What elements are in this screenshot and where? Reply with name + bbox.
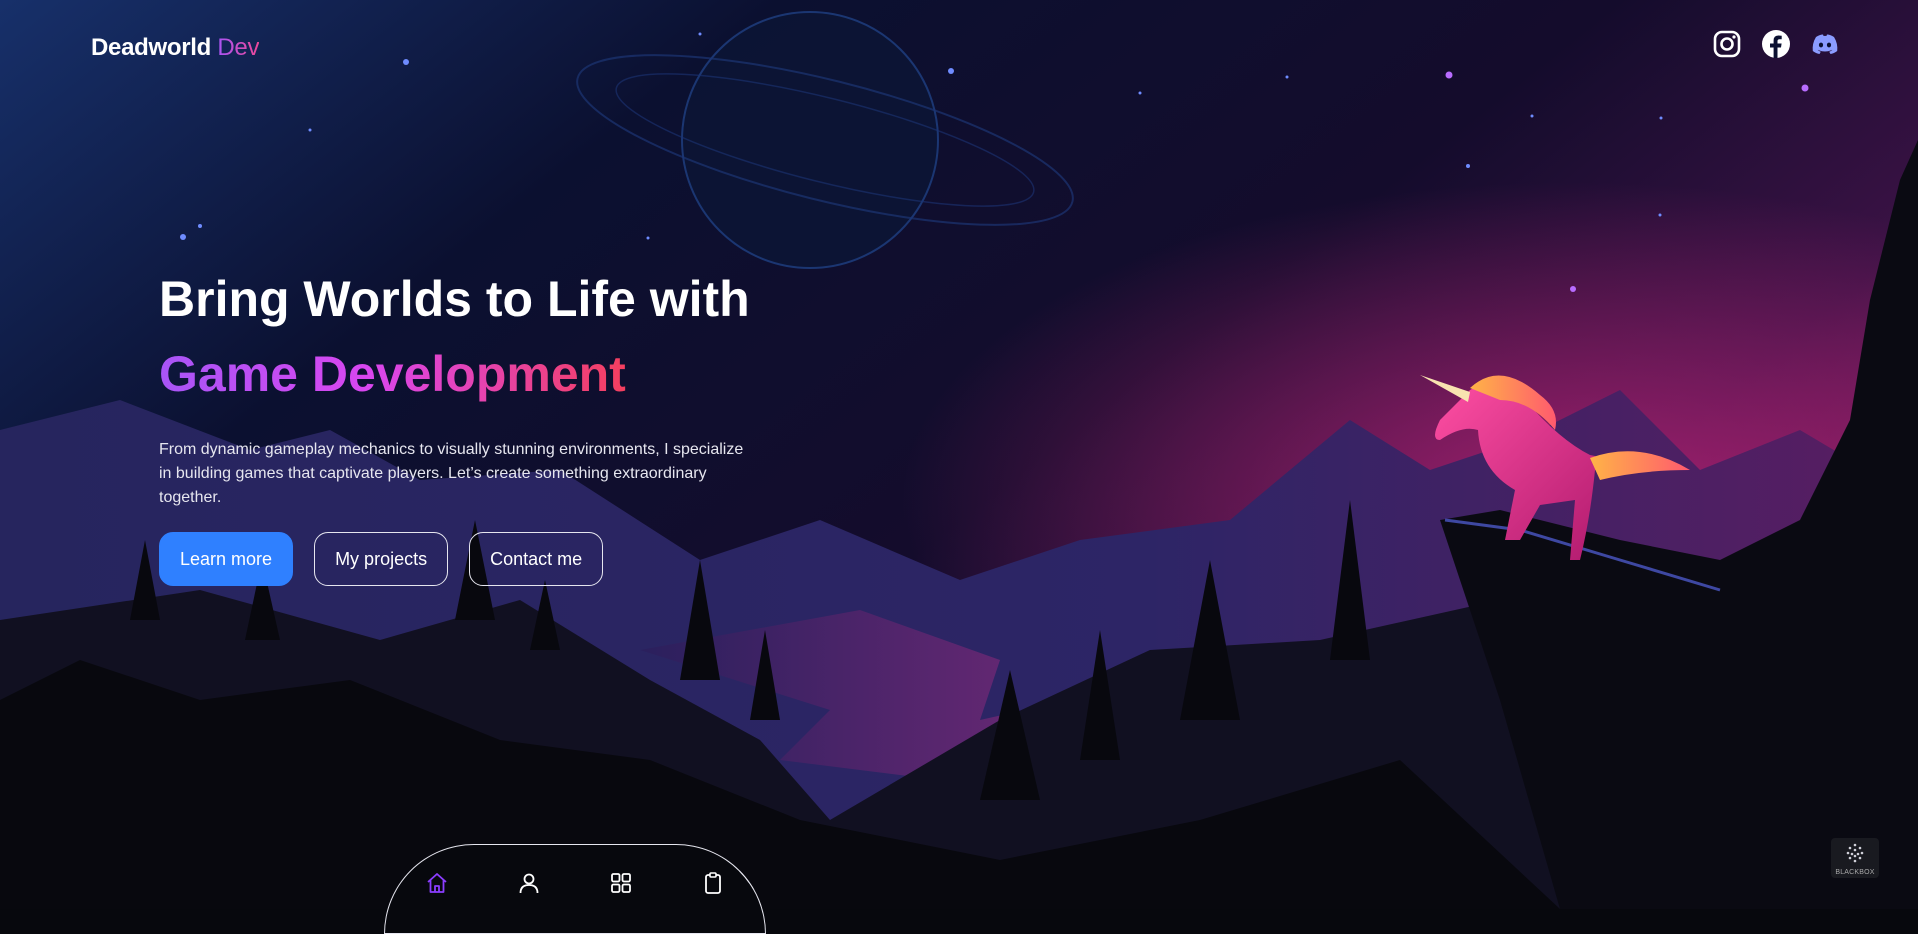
- hero-description: From dynamic gameplay mechanics to visua…: [159, 441, 744, 506]
- clipboard-icon: [705, 872, 721, 894]
- my-projects-button[interactable]: My projects: [314, 532, 449, 586]
- contact-me-button[interactable]: Contact me: [469, 532, 604, 586]
- brand-name: Deadworld: [91, 34, 211, 61]
- blackbox-logo-icon: [1846, 843, 1864, 863]
- home-icon: [427, 873, 447, 893]
- hero-actions: Learn more My projects Contact me: [159, 532, 759, 586]
- brand-accent: Dev: [217, 34, 260, 61]
- discord-icon[interactable]: [1810, 29, 1840, 59]
- dock-contact[interactable]: [692, 871, 734, 903]
- learn-more-button[interactable]: Learn more: [159, 532, 294, 586]
- dock-projects[interactable]: [600, 871, 642, 903]
- instagram-icon[interactable]: [1712, 29, 1742, 59]
- grid-icon: [611, 873, 631, 893]
- blackbox-badge[interactable]: BLACKBOX: [1831, 838, 1879, 878]
- bottom-dock-nav: [384, 844, 766, 934]
- hero-title-line1: Bring Worlds to Life with: [159, 271, 750, 327]
- user-icon: [519, 873, 539, 894]
- facebook-icon[interactable]: [1761, 29, 1791, 59]
- dock-home[interactable]: [416, 871, 458, 903]
- hero-section: Bring Worlds to Life with Game Developme…: [159, 262, 759, 586]
- hero-title-line2: Game Development: [159, 337, 626, 412]
- dock-about[interactable]: [508, 871, 550, 903]
- hero-title: Bring Worlds to Life with Game Developme…: [159, 262, 759, 412]
- brand-logo[interactable]: Deadworld Dev: [91, 34, 259, 62]
- social-links: [1712, 29, 1840, 59]
- blackbox-label: BLACKBOX: [1835, 869, 1875, 876]
